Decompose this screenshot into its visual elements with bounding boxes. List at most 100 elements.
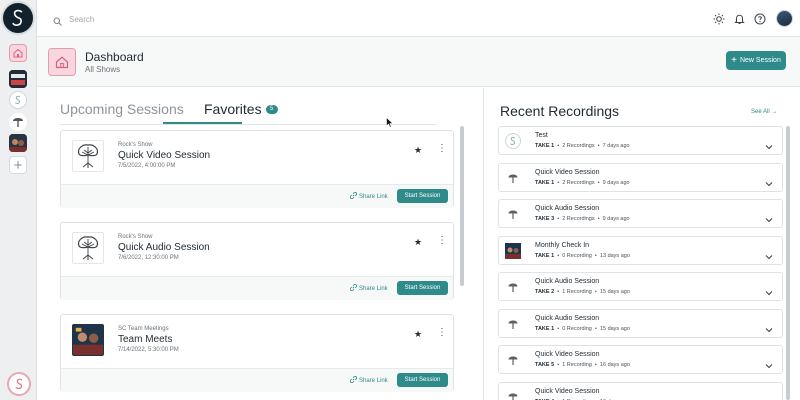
chevron-down-icon[interactable] xyxy=(765,356,773,374)
start-session-button[interactable]: Start Session xyxy=(397,189,448,203)
recording-age: 7 days ago xyxy=(602,143,630,149)
search-input[interactable] xyxy=(69,10,369,28)
chevron-down-icon[interactable] xyxy=(765,210,773,228)
show-thumbnail-squadcast[interactable] xyxy=(9,91,27,109)
recording-name: Test xyxy=(535,132,548,139)
chevron-down-icon[interactable] xyxy=(765,283,773,301)
card-session-date: 7/14/2022, 5:30:00 PM xyxy=(118,347,179,353)
recording-row[interactable]: Quick Video Session TAKE 5 • 1 Recording … xyxy=(498,345,783,374)
card-footer: Share Link Start Session xyxy=(61,184,453,208)
recording-count: 2 Recordings xyxy=(562,179,595,186)
favorite-session-card[interactable]: Rock's Show Quick Audio Session 7/6/2022… xyxy=(60,222,454,300)
chevron-down-icon[interactable] xyxy=(765,174,773,192)
card-footer: Share Link Start Session xyxy=(61,276,453,300)
recording-take: TAKE 1 xyxy=(535,252,555,259)
favorite-star-icon[interactable]: ★ xyxy=(414,329,422,340)
recording-count: 0 Recording xyxy=(562,325,592,332)
tree-logo-icon xyxy=(72,232,104,264)
recording-name: Quick Audio Session xyxy=(535,278,600,285)
active-tab-indicator xyxy=(163,122,242,124)
chevron-down-icon[interactable] xyxy=(765,247,773,265)
tab-favorites-label: Favorites xyxy=(204,101,262,117)
card-session-date: 7/5/2022, 4:00:00 PM xyxy=(118,163,176,169)
see-all-label: See All xyxy=(751,109,770,115)
recording-row[interactable]: Test TAKE 1 • 2 Recordings • 7 days ago xyxy=(498,126,783,155)
tree-logo-icon xyxy=(72,140,104,172)
more-options-icon[interactable]: ⋮ xyxy=(437,235,447,246)
card-session-date: 7/6/2022, 12:30:00 PM xyxy=(118,255,179,261)
team-photo-icon xyxy=(505,242,521,259)
recording-row[interactable]: Quick Video SessionTAKE 4 • 1 Recording … xyxy=(498,381,783,400)
favorite-star-icon[interactable]: ★ xyxy=(414,237,422,248)
help-icon[interactable] xyxy=(753,12,767,26)
recording-count: 2 Recordings xyxy=(562,216,595,222)
start-session-button[interactable]: Start Session xyxy=(397,373,448,387)
tree-logo-icon xyxy=(505,352,521,368)
recording-row[interactable]: Quick Audio Session TAKE 3 • 2 Recordings… xyxy=(498,199,783,228)
recording-row[interactable]: Quick Video Session TAKE 1 • 2 Recordings… xyxy=(498,162,783,192)
page-subtitle: All Shows xyxy=(85,65,121,74)
recording-row[interactable]: Quick Audio Session TAKE 1 • 0 Recording … xyxy=(498,308,783,338)
show-thumbnail-rocks-show[interactable] xyxy=(9,70,27,88)
squadcast-badge-icon[interactable] xyxy=(7,372,31,396)
recording-row[interactable]: Monthly Check In TAKE 1 • 0 Recording • 1… xyxy=(498,235,783,265)
top-bar xyxy=(37,0,800,37)
favorites-count-badge: 5 xyxy=(265,105,278,114)
recording-name: Quick Video Session xyxy=(535,351,600,358)
see-all-link[interactable]: See All → xyxy=(751,109,777,115)
recording-take: TAKE 1 xyxy=(535,325,555,332)
home-icon xyxy=(48,48,76,76)
recording-take: TAKE 1 xyxy=(535,179,555,186)
share-link[interactable]: Share Link xyxy=(350,283,388,293)
plus-icon: + xyxy=(731,54,737,66)
recording-age: 13 days ago xyxy=(599,252,630,259)
panel-divider xyxy=(483,88,484,400)
favorite-session-card[interactable]: SC Team Meetings Team Meets 7/14/2022, 5… xyxy=(60,314,454,392)
home-icon[interactable] xyxy=(9,44,27,62)
recording-count: 1 Recording xyxy=(562,289,592,295)
recording-age: 9 days ago xyxy=(602,216,630,222)
tree-logo-icon xyxy=(505,206,521,222)
recording-row[interactable]: Quick Audio Session TAKE 2 • 1 Recording … xyxy=(498,272,783,301)
tab-upcoming-sessions[interactable]: Upcoming Sessions xyxy=(60,101,184,117)
card-show-name: Rock's Show xyxy=(118,234,153,240)
card-show-name: SC Team Meetings xyxy=(118,326,169,332)
card-session-title: Quick Audio Session xyxy=(118,242,210,253)
recording-take: TAKE 3 xyxy=(535,216,555,222)
add-show-icon[interactable]: + xyxy=(9,156,27,174)
show-thumbnail-team-meetings[interactable] xyxy=(9,134,27,152)
recording-count: 0 Recording xyxy=(562,252,592,259)
recording-count: 1 Recording xyxy=(562,362,592,368)
chevron-down-icon[interactable] xyxy=(765,137,773,155)
new-session-label: New Session xyxy=(739,57,781,64)
card-footer: Share Link Start Session xyxy=(61,368,453,392)
link-icon xyxy=(350,375,358,385)
more-options-icon[interactable]: ⋮ xyxy=(437,143,447,154)
share-link[interactable]: Share Link xyxy=(350,191,388,201)
sessions-scrollbar[interactable] xyxy=(460,126,464,286)
sun-icon[interactable] xyxy=(712,12,726,26)
app-logo[interactable] xyxy=(1,1,35,35)
share-link[interactable]: Share Link xyxy=(350,375,388,385)
user-avatar[interactable] xyxy=(776,10,793,27)
recording-meta: TAKE 2 • 1 Recording • 15 days ago xyxy=(535,289,630,295)
more-options-icon[interactable]: ⋮ xyxy=(437,327,447,338)
tab-favorites[interactable]: Favorites 5 xyxy=(204,101,278,117)
app-rail: + xyxy=(0,0,37,400)
tree-logo-icon xyxy=(505,279,521,295)
bell-icon[interactable] xyxy=(732,12,746,26)
team-photo-thumbnail xyxy=(72,324,104,356)
favorite-star-icon[interactable]: ★ xyxy=(414,145,422,156)
recording-meta: TAKE 1 • 2 Recordings • 9 days ago xyxy=(535,179,630,186)
share-link-label: Share Link xyxy=(359,377,388,384)
new-session-button[interactable]: + New Session xyxy=(726,51,786,70)
show-thumbnail-tree[interactable] xyxy=(9,113,27,131)
recording-take: TAKE 1 xyxy=(535,143,555,149)
chevron-down-icon[interactable] xyxy=(765,320,773,338)
recordings-scrollbar[interactable] xyxy=(786,126,790,400)
tabs-divider xyxy=(60,124,436,125)
chevron-down-icon[interactable] xyxy=(765,393,773,400)
favorite-session-card[interactable]: Rock's Show Quick Video Session 7/5/2022… xyxy=(60,130,454,208)
tree-logo-icon xyxy=(505,389,521,400)
start-session-button[interactable]: Start Session xyxy=(397,281,448,295)
